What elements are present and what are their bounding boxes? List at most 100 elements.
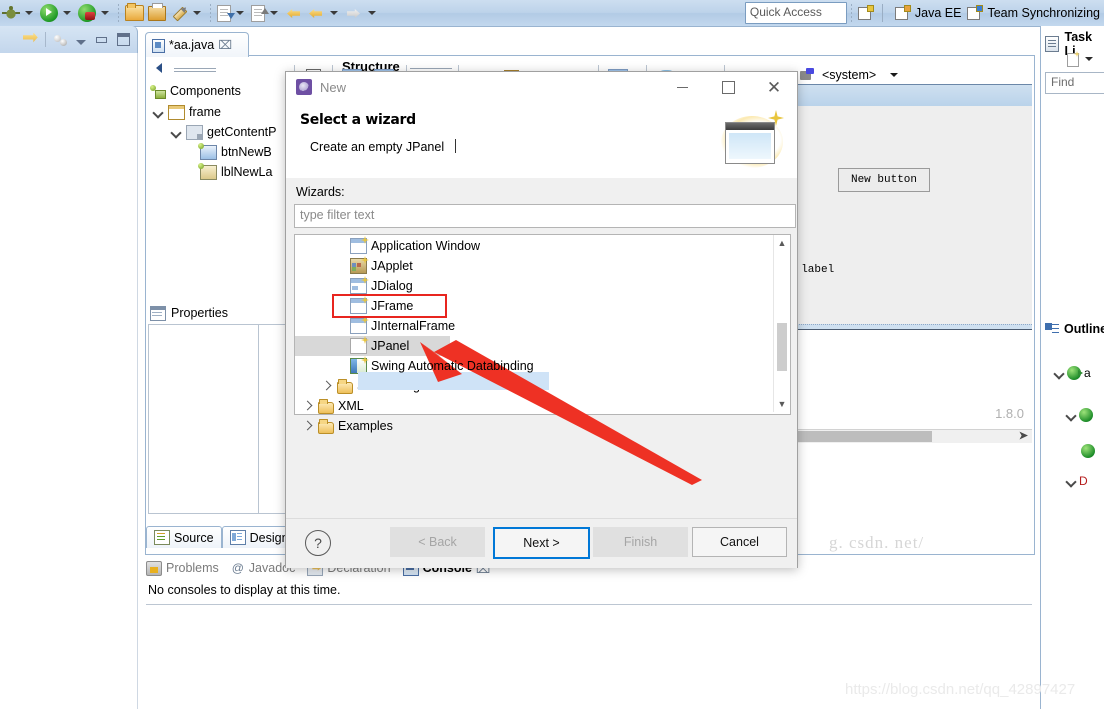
dialog-minimize-button[interactable]: [659, 72, 705, 102]
wizard-item-xml[interactable]: XML: [295, 396, 779, 416]
separator: [44, 32, 46, 47]
perspective-java-ee[interactable]: Java EE: [894, 5, 961, 20]
find-input[interactable]: Find: [1045, 72, 1104, 94]
export-button[interactable]: [249, 1, 269, 25]
wizard-item-examples[interactable]: Examples: [295, 416, 779, 436]
help-button[interactable]: ?: [305, 530, 331, 556]
wizard-item-application-window[interactable]: Application Window: [295, 236, 829, 256]
chevron-down-icon[interactable]: [152, 106, 164, 118]
outline-row[interactable]: D: [1065, 474, 1088, 488]
open-perspective-button[interactable]: [856, 1, 876, 25]
java-file-icon: [152, 38, 165, 53]
run-as-dropdown-icon[interactable]: [101, 11, 109, 15]
new-task-icon[interactable]: [1067, 52, 1080, 67]
pen-button[interactable]: [168, 1, 190, 25]
tree-item-frame[interactable]: frame: [146, 102, 294, 122]
design-canvas[interactable]: New button w label 1.8.0 ➤: [788, 84, 1032, 530]
debug-button[interactable]: [0, 1, 22, 25]
export-dropdown-icon[interactable]: [270, 11, 278, 15]
tab-source[interactable]: Source: [146, 526, 222, 548]
outline-row[interactable]: [1081, 444, 1095, 458]
wizard-item-jdialog[interactable]: JDialog: [295, 276, 829, 296]
next-button[interactable]: Next >: [493, 527, 590, 559]
import-button[interactable]: [215, 1, 235, 25]
run-as-button[interactable]: [76, 1, 98, 25]
debug-dropdown-icon[interactable]: [25, 11, 33, 15]
run-dropdown-icon[interactable]: [63, 11, 71, 15]
tree-item-btnnewbutton[interactable]: btnNewB: [146, 142, 294, 162]
forward-button[interactable]: [343, 1, 365, 25]
chevron-down-icon[interactable]: [1065, 410, 1076, 421]
quick-access-input[interactable]: Quick Access: [744, 2, 847, 24]
jpanel-wizard-icon: [350, 336, 369, 354]
scroll-right-icon[interactable]: ➤: [1019, 429, 1028, 442]
finish-button[interactable]: Finish: [593, 527, 688, 557]
filter-dots-icon[interactable]: [53, 33, 68, 47]
cancel-button[interactable]: Cancel: [692, 527, 787, 557]
tree-item-label: frame: [189, 105, 221, 119]
label-node-icon: [198, 162, 217, 180]
chevron-down-icon[interactable]: [1065, 476, 1076, 487]
scrollbar-thumb[interactable]: [794, 431, 932, 442]
outline-row[interactable]: a: [1053, 366, 1091, 380]
back-button[interactable]: < Back: [390, 527, 485, 557]
chevron-down-icon[interactable]: [1085, 57, 1093, 61]
new-wizard-dialog[interactable]: New ✕ Select a wizard Create an empty JP…: [285, 71, 923, 568]
dialog-close-button[interactable]: ✕: [751, 72, 797, 102]
wizard-tree[interactable]: Application Window JApplet JDialog JFram…: [294, 234, 791, 434]
wizard-item-jinternalframe[interactable]: JInternalFrame: [295, 316, 829, 336]
minimize-icon[interactable]: [95, 36, 107, 43]
tree-item-lblnewlabel[interactable]: lblNewLa: [146, 162, 294, 182]
back-icon: [307, 6, 325, 20]
scroll-up-icon[interactable]: ▲: [774, 235, 790, 251]
import-dropdown-icon[interactable]: [236, 11, 244, 15]
eclipse-wizard-icon: [296, 79, 312, 95]
back-history-button[interactable]: [283, 1, 305, 25]
canvas-content-pane[interactable]: New button w label: [788, 106, 1032, 326]
chevron-right-icon[interactable]: [300, 419, 314, 433]
jpanel-red-highlight-box: [332, 294, 447, 318]
scroll-down-icon[interactable]: ▼: [774, 396, 790, 412]
maximize-icon[interactable]: [116, 33, 130, 46]
close-icon[interactable]: ⌧: [218, 38, 232, 52]
perspective-team-synchronizing[interactable]: Team Synchronizing: [967, 5, 1100, 20]
system-look-and-feel-combo[interactable]: <system>: [800, 68, 903, 82]
wizard-item-japplet[interactable]: JApplet: [295, 256, 829, 276]
properties-table[interactable]: [148, 324, 292, 514]
wizard-item-jpanel[interactable]: JPanel: [295, 336, 450, 356]
back-dropdown-icon[interactable]: [330, 11, 338, 15]
tree-item-getcontentpane[interactable]: getContentP: [146, 122, 294, 142]
run-button[interactable]: [38, 1, 60, 25]
properties-column-divider[interactable]: [258, 325, 259, 513]
chevron-right-icon[interactable]: [300, 399, 314, 413]
method-icon: [1079, 408, 1093, 422]
wizard-item-label: XML: [338, 399, 364, 413]
system-combo-label: <system>: [822, 68, 877, 82]
chevron-down-icon[interactable]: [890, 73, 899, 77]
back-button[interactable]: [305, 1, 327, 25]
open-folder-button[interactable]: [123, 1, 146, 25]
dialog-maximize-button[interactable]: [705, 72, 751, 102]
canvas-new-button[interactable]: New button: [838, 168, 930, 192]
view-menu-icon[interactable]: [75, 39, 86, 45]
swap-icon[interactable]: [22, 32, 38, 43]
outline-title: Outline: [1064, 322, 1104, 336]
scrollbar-thumb[interactable]: [777, 323, 787, 371]
outline-row[interactable]: [1065, 408, 1093, 422]
pen-dropdown-icon[interactable]: [193, 11, 201, 15]
chevron-down-icon[interactable]: [1053, 368, 1064, 379]
wizard-tree-scrollbar[interactable]: ▲ ▼: [773, 235, 790, 412]
editor-tab-aa-java[interactable]: *aa.java ⌧: [145, 32, 249, 57]
chevron-right-icon[interactable]: [319, 379, 333, 393]
export-box-button[interactable]: [146, 1, 168, 25]
tab-problems[interactable]: Problems: [146, 560, 219, 576]
chevron-down-icon[interactable]: [170, 126, 182, 138]
filter-input[interactable]: type filter text: [294, 204, 796, 228]
new-wizard-banner-icon: [711, 110, 787, 172]
partial-icon[interactable]: [2, 33, 17, 47]
left-view-body: [0, 53, 138, 709]
forward-dropdown-icon[interactable]: [368, 11, 376, 15]
dialog-titlebar: New ✕: [286, 72, 797, 102]
canvas-horizontal-scrollbar[interactable]: ➤: [794, 429, 1032, 443]
perspective-separator: [881, 4, 883, 22]
